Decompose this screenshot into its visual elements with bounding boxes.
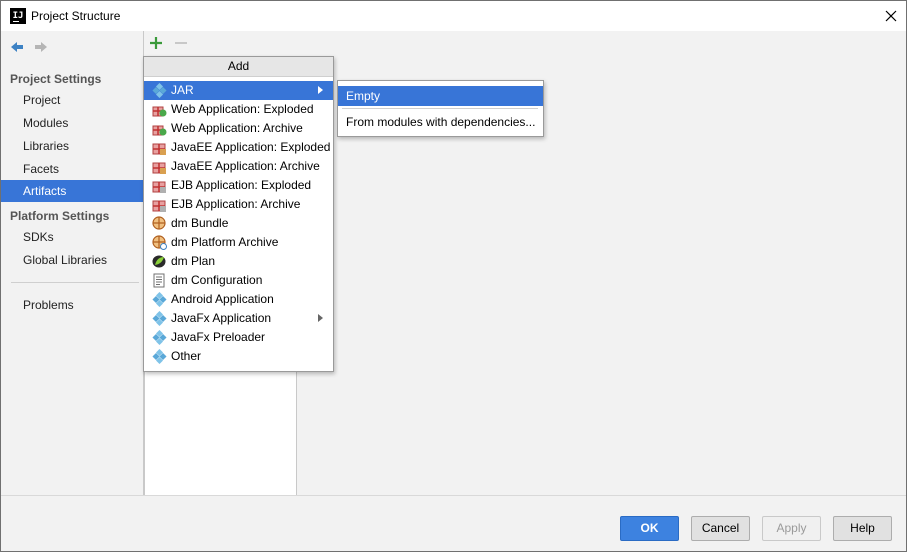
diamond-artifact-icon: [152, 349, 167, 364]
menu-item-label: JavaFx Application: [171, 311, 272, 325]
gift-box-icon: [152, 162, 166, 174]
menu-item-dm-plan[interactable]: dm Plan: [144, 252, 333, 271]
plus-icon: [150, 37, 162, 49]
title-bar: IJ Project Structure: [1, 1, 906, 31]
settings-sidebar: Project Settings Project Modules Librari…: [1, 31, 143, 495]
sidebar-item-modules[interactable]: Modules: [1, 112, 143, 134]
menu-item-dm-configuration[interactable]: dm Configuration: [144, 271, 333, 290]
help-button[interactable]: Help: [833, 516, 892, 541]
bundle-wheel-icon: [152, 235, 167, 250]
menu-item-label: Other: [171, 349, 202, 363]
menu-item-label: Web Application: Exploded: [171, 102, 314, 116]
gift-box-icon: [152, 200, 166, 212]
menu-item-jar[interactable]: JAR: [144, 81, 333, 100]
gift-box-icon: [152, 106, 167, 117]
menu-item-ejb-archive[interactable]: EJB Application: Archive: [144, 195, 333, 214]
menu-item-label: JavaEE Application: Exploded: [171, 140, 331, 154]
sidebar-item-libraries[interactable]: Libraries: [1, 135, 143, 157]
gift-box-icon: [152, 143, 166, 155]
popup-header: Add: [144, 57, 333, 77]
section-title-project-settings: Project Settings: [10, 72, 102, 86]
menu-item-label: dm Platform Archive: [171, 235, 279, 249]
sidebar-item-global-libraries[interactable]: Global Libraries: [1, 249, 143, 271]
gift-box-icon: [152, 181, 166, 193]
menu-item-web-app-exploded[interactable]: Web Application: Exploded: [144, 100, 333, 119]
menu-item-label: JavaEE Application: Archive: [171, 159, 320, 173]
sidebar-divider: [11, 282, 139, 283]
menu-item-javafx-application[interactable]: JavaFx Application: [144, 309, 333, 328]
arrow-right-icon: [35, 42, 47, 52]
menu-item-label: EJB Application: Archive: [171, 197, 301, 211]
section-title-platform-settings: Platform Settings: [10, 209, 110, 223]
menu-item-label: EJB Application: Exploded: [171, 178, 312, 192]
back-button[interactable]: [9, 39, 25, 55]
cancel-button[interactable]: Cancel: [691, 516, 750, 541]
submenu-item-from-modules[interactable]: From modules with dependencies...: [338, 112, 543, 132]
diamond-artifact-icon: [152, 330, 167, 345]
submenu-arrow-icon: [318, 314, 323, 322]
menu-item-label: dm Configuration: [171, 273, 263, 287]
menu-item-other[interactable]: Other: [144, 347, 333, 366]
submenu-divider: [342, 108, 538, 109]
menu-item-web-app-archive[interactable]: Web Application: Archive: [144, 119, 333, 138]
remove-artifact-button[interactable]: [174, 36, 188, 50]
diamond-artifact-icon: [152, 311, 167, 326]
sidebar-item-project[interactable]: Project: [1, 89, 143, 111]
menu-item-label: JavaFx Preloader: [171, 330, 266, 344]
gift-box-icon: [152, 125, 167, 136]
close-icon: [885, 10, 897, 22]
apply-button[interactable]: Apply: [762, 516, 821, 541]
diamond-artifact-icon: [152, 292, 167, 307]
artifacts-toolbar: [144, 31, 296, 57]
menu-item-label: JAR: [171, 83, 194, 97]
diamond-artifact-icon: [152, 83, 167, 98]
config-file-icon: [153, 273, 165, 288]
project-structure-dialog: IJ Project Structure Project Settings Pr…: [0, 0, 907, 552]
menu-item-ejb-exploded[interactable]: EJB Application: Exploded: [144, 176, 333, 195]
bottom-divider: [1, 495, 906, 496]
sidebar-item-sdks[interactable]: SDKs: [1, 226, 143, 248]
sidebar-item-artifacts[interactable]: Artifacts: [1, 180, 143, 202]
menu-item-label: Android Application: [171, 292, 274, 306]
menu-item-label: Web Application: Archive: [171, 121, 303, 135]
add-artifact-button[interactable]: [149, 36, 163, 50]
menu-item-android-application[interactable]: Android Application: [144, 290, 333, 309]
close-button[interactable]: [876, 1, 906, 31]
bundle-wheel-icon: [152, 216, 166, 230]
plan-leaf-icon: [152, 255, 166, 268]
menu-item-javafx-preloader[interactable]: JavaFx Preloader: [144, 328, 333, 347]
minus-icon: [175, 42, 187, 44]
menu-item-dm-bundle[interactable]: dm Bundle: [144, 214, 333, 233]
jar-submenu: Empty From modules with dependencies...: [337, 80, 544, 137]
menu-item-javaee-archive[interactable]: JavaEE Application: Archive: [144, 157, 333, 176]
menu-item-label: dm Plan: [171, 254, 216, 268]
arrow-left-icon: [11, 42, 23, 52]
sidebar-item-facets[interactable]: Facets: [1, 158, 143, 180]
add-artifact-popup: Add JAR Web Application: Exploded Web Ap…: [143, 56, 334, 372]
menu-item-label: dm Bundle: [171, 216, 229, 230]
submenu-arrow-icon: [318, 86, 323, 94]
ok-button[interactable]: OK: [620, 516, 679, 541]
intellij-app-icon: IJ: [10, 8, 26, 24]
submenu-item-empty[interactable]: Empty: [338, 86, 543, 106]
window-title: Project Structure: [31, 9, 121, 23]
menu-item-dm-platform-archive[interactable]: dm Platform Archive: [144, 233, 333, 252]
sidebar-item-problems[interactable]: Problems: [1, 294, 143, 316]
menu-item-javaee-exploded[interactable]: JavaEE Application: Exploded: [144, 138, 333, 157]
forward-button[interactable]: [33, 39, 49, 55]
